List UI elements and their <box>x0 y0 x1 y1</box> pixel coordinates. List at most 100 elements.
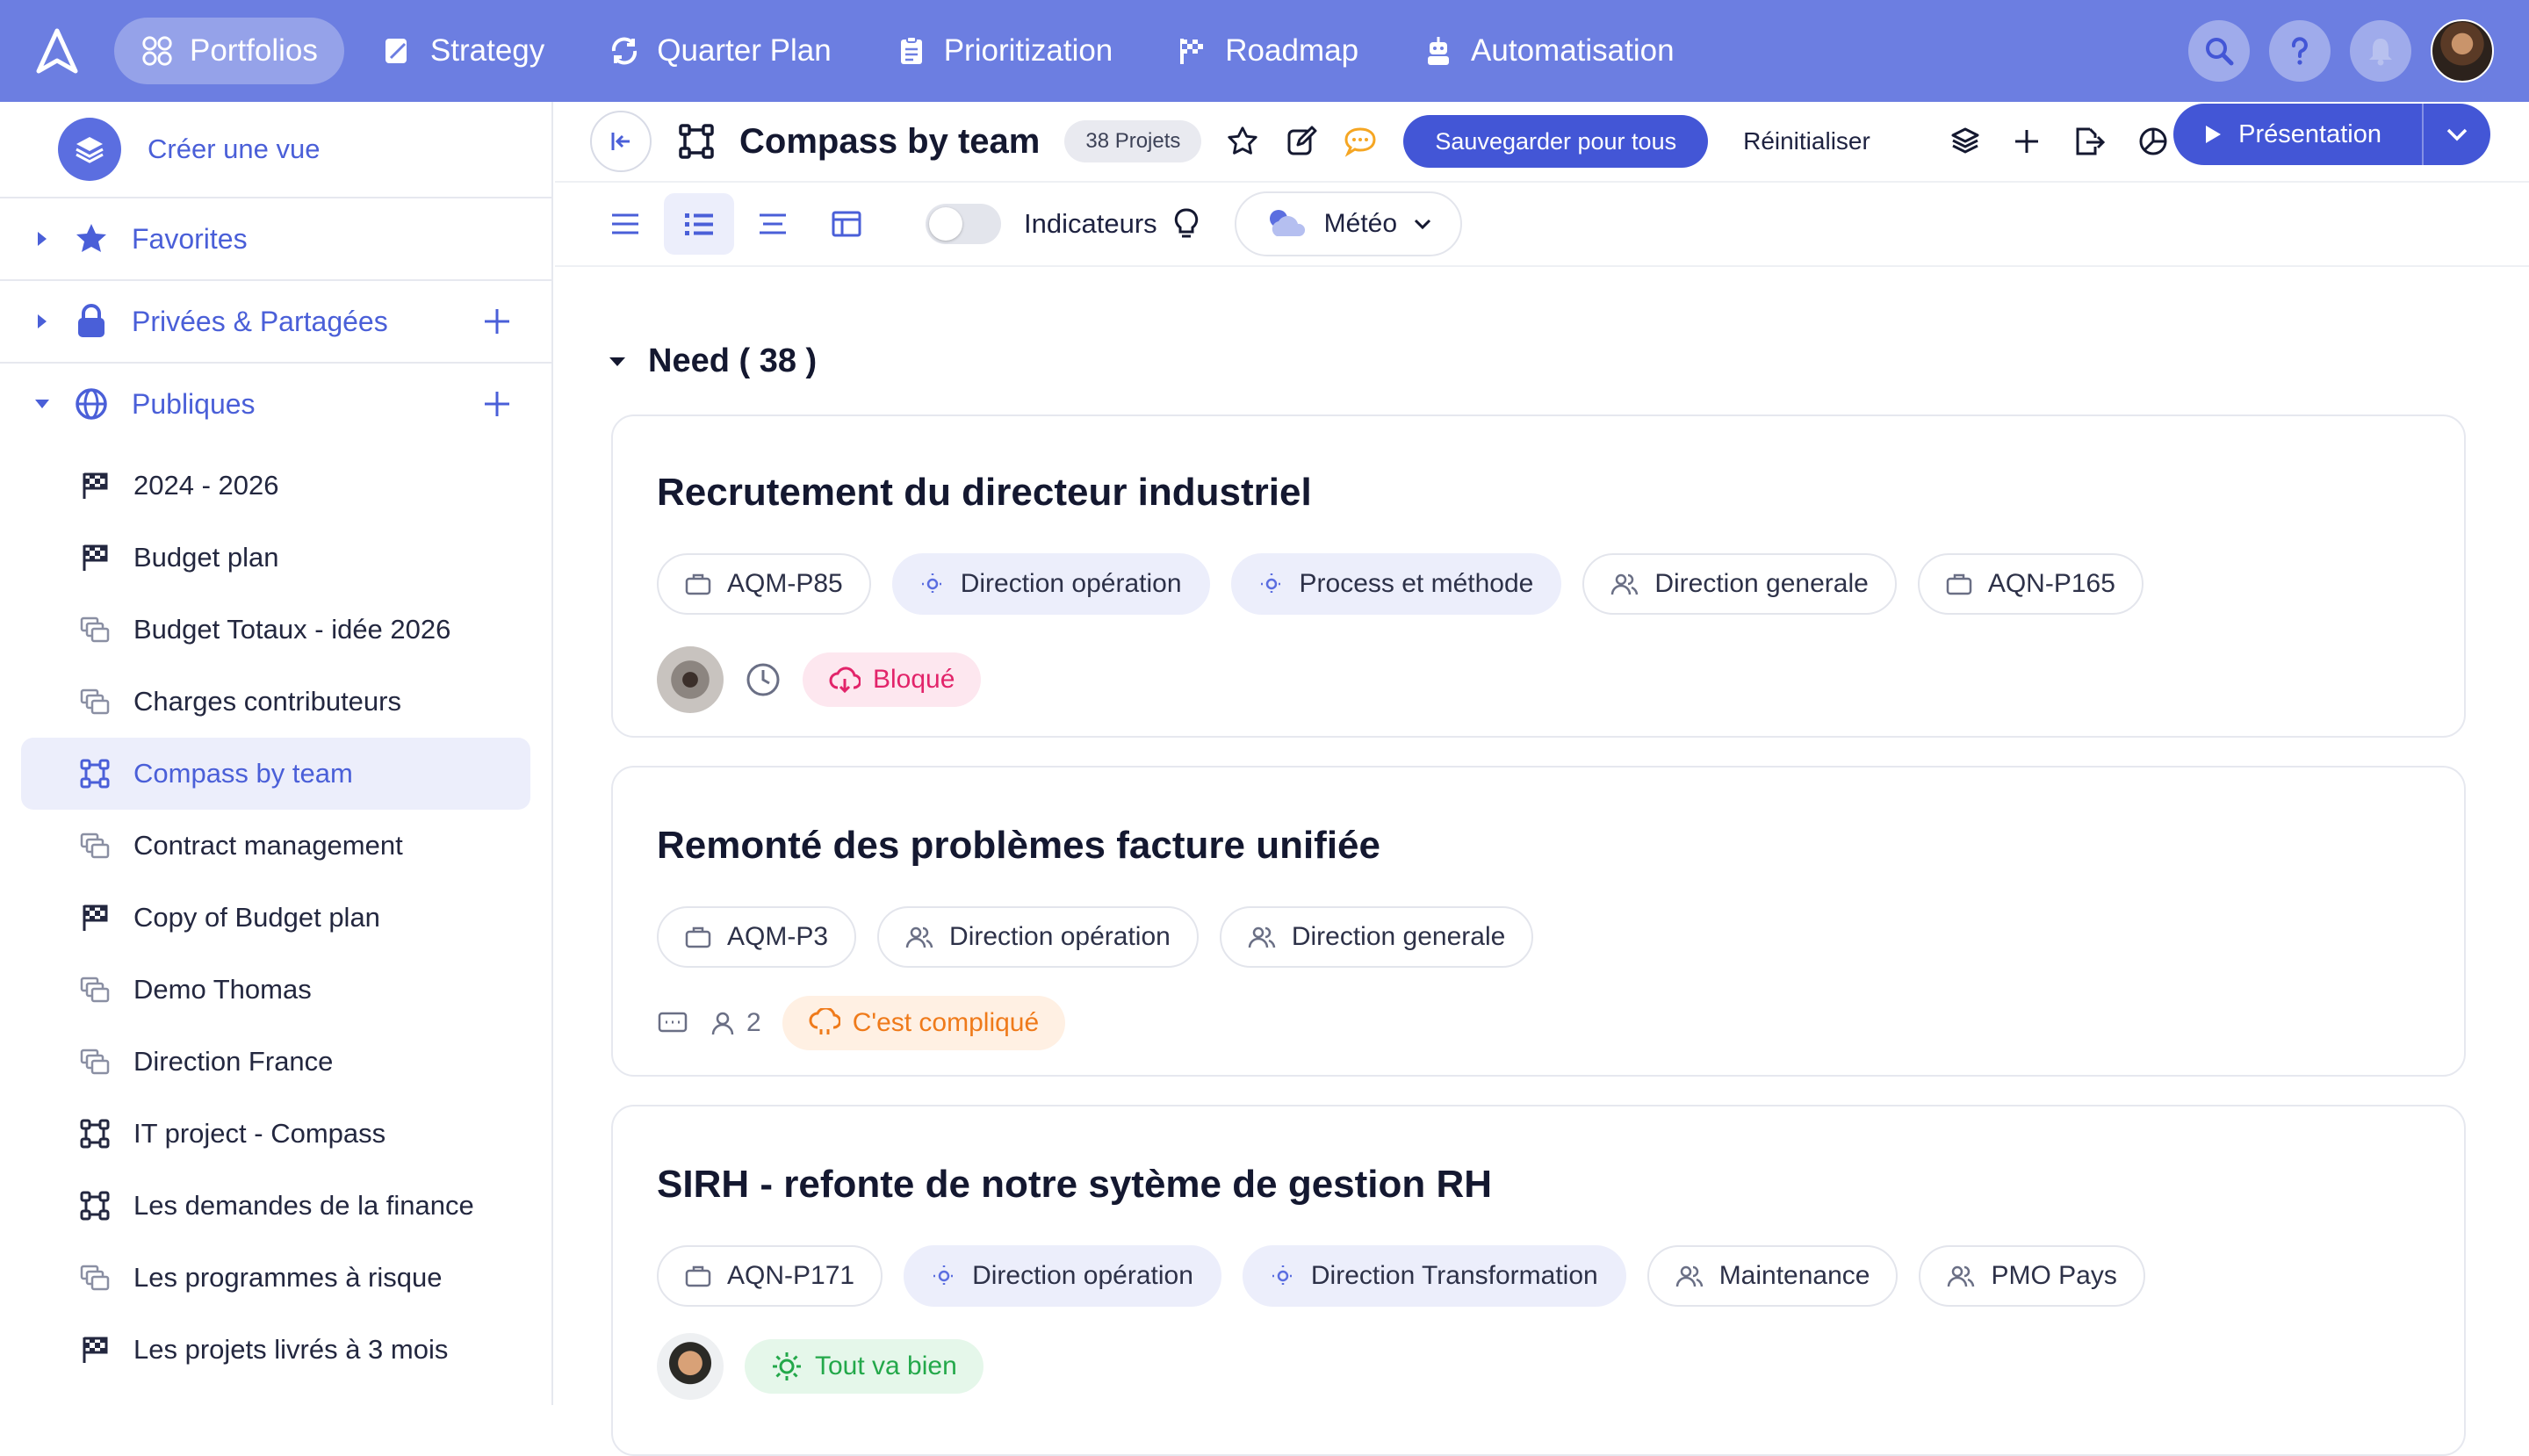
contributors-count[interactable]: 2 <box>710 1008 761 1038</box>
tag-label: Maintenance <box>1718 1261 1870 1290</box>
sun-icon <box>773 1352 801 1380</box>
compact-list-view-button[interactable] <box>590 193 660 255</box>
star-icon <box>74 221 109 256</box>
briefcase-icon <box>685 926 711 948</box>
app-logo-icon[interactable] <box>0 0 114 102</box>
compass-view-icon <box>79 1190 111 1222</box>
sidebar-item-contract-management[interactable]: Contract management <box>21 810 530 882</box>
sidebar-item-les-demandes-de-la-finance[interactable]: Les demandes de la finance <box>21 1170 530 1242</box>
favorite-star-icon[interactable] <box>1226 125 1259 158</box>
project-list: Need ( 38 ) Recrutement du directeur ind… <box>555 267 2529 1456</box>
tag-sponsor[interactable]: Direction generale <box>1582 553 1897 615</box>
weather-cloud-icon <box>1269 210 1305 236</box>
sidebar-item-les-projets-livr-s-3-mois[interactable]: Les projets livrés à 3 mois <box>21 1314 530 1386</box>
reset-button[interactable]: Réinitialiser <box>1743 127 1870 155</box>
nav-automatisation[interactable]: Automatisation <box>1395 18 1701 84</box>
comment-icon[interactable] <box>1344 126 1377 157</box>
tag-direction[interactable]: Direction opération <box>877 906 1199 968</box>
nav-roadmap[interactable]: Roadmap <box>1149 18 1385 84</box>
tag-type[interactable]: Maintenance <box>1646 1245 1899 1307</box>
sidebar-item-demo-thomas[interactable]: Demo Thomas <box>21 954 530 1026</box>
user-avatar[interactable] <box>2431 19 2494 83</box>
edit-icon[interactable] <box>1286 126 1317 157</box>
text-view-button[interactable] <box>738 193 808 255</box>
tag-sponsor[interactable]: PMO Pays <box>1919 1245 2145 1307</box>
project-tags: AQM-P3 Direction opération Direction gen… <box>657 906 1534 968</box>
tag-direction[interactable]: Direction opération <box>891 553 1210 615</box>
sidebar-item-direction-france[interactable]: Direction France <box>21 1026 530 1098</box>
sidebar-item-budget-plan[interactable]: Budget plan <box>21 522 530 594</box>
tag-code[interactable]: AQN-P165 <box>1917 553 2144 615</box>
weather-status-badge[interactable]: Tout va bien <box>745 1339 984 1394</box>
add-icon[interactable] <box>2013 127 2041 155</box>
briefcase-icon <box>685 573 711 595</box>
weather-status-badge[interactable]: Bloqué <box>803 652 982 707</box>
add-private-view-icon[interactable] <box>479 304 515 339</box>
owner-avatar[interactable] <box>657 1333 724 1400</box>
sidebar-item-copy-of-budget-plan[interactable]: Copy of Budget plan <box>21 882 530 954</box>
nav-prioritization[interactable]: Prioritization <box>868 18 1140 84</box>
export-icon[interactable] <box>2072 126 2106 157</box>
portfolio-view-icon <box>79 1046 111 1078</box>
weather-status-badge[interactable]: C'est compliqué <box>782 996 1066 1050</box>
bulleted-list-icon <box>685 213 713 235</box>
table-view-button[interactable] <box>811 193 882 255</box>
save-for-all-button[interactable]: Sauvegarder pour tous <box>1403 115 1709 168</box>
nav-label: Automatisation <box>1471 33 1675 68</box>
pie-chart-icon[interactable] <box>2137 126 2169 157</box>
nav-portfolios[interactable]: Portfolios <box>114 18 344 84</box>
tag-direction[interactable]: Direction opération <box>904 1245 1221 1307</box>
tag-code[interactable]: AQN-P171 <box>657 1245 883 1307</box>
sidebar-item-2024-2026[interactable]: 2024 - 2026 <box>21 450 530 522</box>
indicators-toggle[interactable] <box>926 204 1001 244</box>
tag-team[interactable]: Direction Transformation <box>1242 1245 1626 1307</box>
sidebar-item-compass-by-team[interactable]: Compass by team <box>21 738 530 810</box>
message-icon[interactable] <box>657 1010 688 1036</box>
tag-label: PMO Pays <box>1991 1261 2117 1290</box>
tag-code[interactable]: AQM-P85 <box>657 553 871 615</box>
section-public[interactable]: Publiques <box>0 364 551 444</box>
layers-icon[interactable] <box>1949 126 1981 157</box>
project-card[interactable]: Remonté des problèmes facture unifiée AQ… <box>611 766 2466 1077</box>
portfolio-view-icon <box>79 830 111 861</box>
portfolio-view-icon <box>79 974 111 1006</box>
collapse-sidebar-button[interactable] <box>590 111 652 172</box>
presentation-menu-button[interactable] <box>2424 104 2490 165</box>
tag-code[interactable]: AQM-P3 <box>657 906 857 968</box>
create-view-button[interactable]: Créer une vue <box>0 102 551 198</box>
users-icon <box>1248 925 1276 949</box>
help-button[interactable] <box>2269 20 2331 82</box>
tag-sponsor[interactable]: Direction generale <box>1219 906 1534 968</box>
create-view-label: Créer une vue <box>148 133 321 164</box>
users-icon <box>1610 572 1639 596</box>
search-button[interactable] <box>2188 20 2250 82</box>
sidebar-item-charges-contributeurs[interactable]: Charges contributeurs <box>21 666 530 738</box>
section-private-shared[interactable]: Privées & Partagées <box>0 281 551 362</box>
tag-label: Direction opération <box>960 569 1182 598</box>
presentation-button[interactable]: Présentation <box>2173 104 2424 165</box>
detailed-list-view-button[interactable] <box>664 193 734 255</box>
notifications-button[interactable] <box>2350 20 2411 82</box>
tag-team[interactable]: Process et méthode <box>1230 553 1562 615</box>
section-favorites[interactable]: Favorites <box>0 198 551 279</box>
status-label: Bloqué <box>873 665 955 694</box>
lightbulb-icon[interactable] <box>1173 207 1200 241</box>
nav-quarter-plan[interactable]: Quarter Plan <box>581 18 857 84</box>
project-card[interactable]: SIRH - refonte de notre sytème de gestio… <box>611 1105 2466 1456</box>
nav-strategy[interactable]: Strategy <box>355 18 571 84</box>
nav-label: Quarter Plan <box>657 33 832 68</box>
project-title: SIRH - refonte de notre sytème de gestio… <box>657 1163 1493 1206</box>
project-card[interactable]: Recrutement du directeur industriel AQM-… <box>611 414 2466 738</box>
sidebar-item-budget-totaux-id-e-2026[interactable]: Budget Totaux - idée 2026 <box>21 594 530 666</box>
sidebar-item-label: Compass by team <box>133 758 353 789</box>
group-header-need[interactable]: Need ( 38 ) <box>608 342 817 380</box>
view-toolbar: Indicateurs Météo <box>555 183 2529 267</box>
add-public-view-icon[interactable] <box>479 386 515 422</box>
weather-dropdown[interactable]: Météo <box>1234 191 1463 256</box>
sidebar-item-it-project-compass[interactable]: IT project - Compass <box>21 1098 530 1170</box>
clock-icon[interactable] <box>745 661 782 698</box>
sidebar-item-les-programmes-risque[interactable]: Les programmes à risque <box>21 1242 530 1314</box>
compass-view-icon <box>679 124 714 159</box>
project-count-badge: 38 Projets <box>1064 120 1202 162</box>
owner-avatar[interactable] <box>657 646 724 713</box>
